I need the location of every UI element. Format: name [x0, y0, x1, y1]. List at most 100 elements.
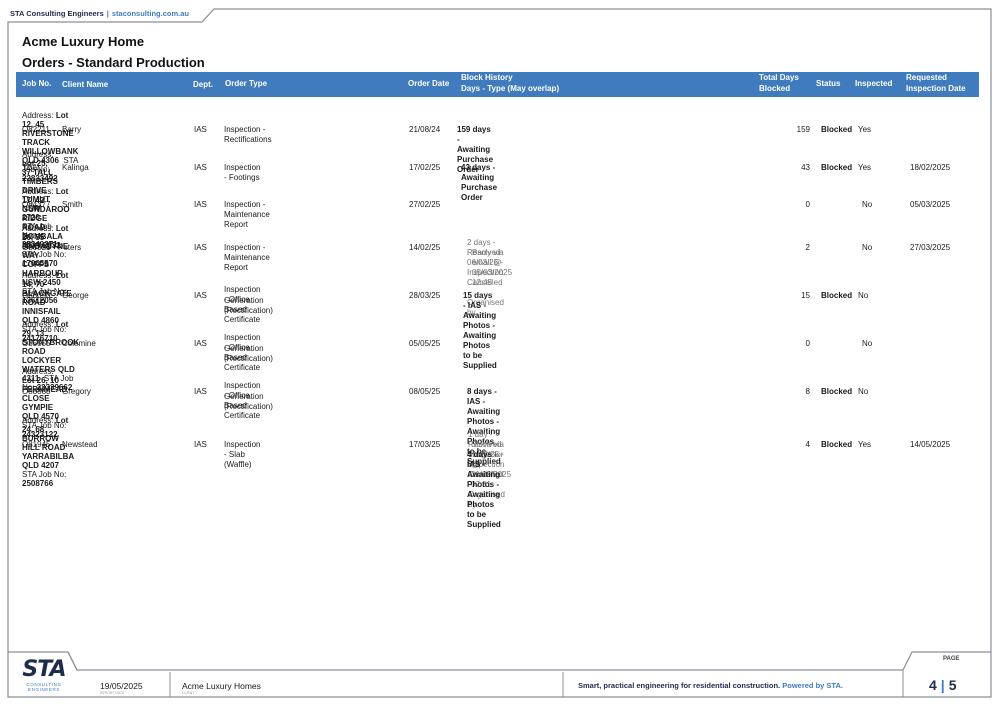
requested-date: 18/02/2025	[910, 163, 951, 172]
client-name: George	[62, 291, 89, 300]
order-type: Inspection - Slab (Waffle)	[224, 440, 261, 469]
client-name: Peters	[58, 243, 82, 252]
col-client-name: Client Name	[62, 80, 109, 89]
website-link[interactable]: staconsulting.com.au	[112, 9, 189, 18]
total-days: 0	[805, 200, 810, 209]
client-name: Gregory	[62, 387, 91, 396]
total-days: 8	[805, 387, 810, 396]
report-date-label: REPORT DATE	[100, 691, 125, 695]
status: Blocked	[821, 440, 853, 449]
total-days: 2	[805, 243, 810, 252]
logo-subtext: CONSULTING ENGINEERS	[26, 682, 62, 692]
col-status: Status	[816, 79, 841, 88]
job-no: O85555	[22, 339, 51, 348]
total-days: 159	[796, 125, 810, 134]
dept: IAS	[194, 387, 207, 396]
client-name: Kalinga	[62, 163, 89, 172]
job-no: O81945	[22, 440, 51, 449]
client-name: Newstead	[62, 440, 98, 449]
company-name: STA Consulting Engineers	[10, 9, 104, 18]
order-date: 14/02/25	[409, 243, 441, 252]
inspected: No	[862, 339, 873, 348]
col-inspected: Inspected	[855, 79, 893, 88]
order-date: 27/02/25	[409, 200, 441, 209]
job-no: O86321	[22, 243, 51, 252]
job-no: O88888	[22, 387, 51, 396]
inspected: No	[858, 291, 869, 300]
order-type-cont: Generation (Rectification)	[224, 344, 273, 363]
col-block-history-sub: Days - Type (May overlap)	[461, 84, 560, 93]
dept: IAS	[194, 243, 207, 252]
order-type-cont: Generation (Rectification)	[224, 296, 273, 315]
order-type: Inspection - Maintenance Report	[224, 200, 270, 229]
client-name: Smith	[62, 200, 83, 209]
table-header: Job No. Client Name Dept. Order Type Ord…	[16, 72, 979, 97]
col-total-days: Total Days	[759, 73, 799, 82]
order-date: 17/03/25	[409, 440, 441, 449]
order-date: 05/05/25	[409, 339, 441, 348]
status: Blocked	[821, 163, 853, 172]
col-total-days-sub: Blocked	[759, 84, 791, 93]
job-no: O88090	[22, 291, 51, 300]
header-separator: |	[106, 9, 109, 18]
client-name: Barry	[62, 125, 82, 134]
total-days: 43	[801, 163, 810, 172]
header-tab: STA Consulting Engineers | staconsulting.c…	[10, 9, 189, 18]
inspected: No	[858, 387, 869, 396]
col-order-date: Order Date	[408, 79, 450, 88]
dept: IAS	[194, 440, 207, 449]
dept: IAS	[194, 339, 207, 348]
inspected: Yes	[858, 163, 872, 172]
report-date: 19/05/2025	[100, 681, 143, 691]
page-label: PAGE	[943, 656, 960, 662]
col-order-type: Order Type	[225, 79, 268, 88]
status: Blocked	[821, 291, 853, 300]
page-total: 5	[948, 677, 957, 693]
inspected: Yes	[858, 440, 872, 449]
dept: IAS	[194, 163, 207, 172]
job-no: O84377	[22, 200, 51, 209]
client-label: CLIENT	[182, 691, 195, 695]
total-days: 4	[805, 440, 810, 449]
requested-date: 05/03/2025	[910, 200, 951, 209]
page-separator: |	[940, 677, 945, 693]
block-history: 15 days - IAS - Awaiting Photos - Awaiti…	[463, 291, 497, 370]
page-subtitle: Orders - Standard Production	[22, 55, 205, 70]
col-job-no: Job No.	[22, 79, 52, 88]
block-history-resolved-cont: Barry via email @ 05/03/2025 12:45	[472, 248, 513, 287]
footer-tagline: Smart, practical engineering for residen…	[578, 681, 843, 690]
order-type: Inspection - Rectifications	[224, 125, 272, 144]
client-name: Colemine	[62, 339, 96, 348]
total-days: 15	[801, 291, 810, 300]
inspected: Yes	[858, 125, 872, 134]
dept: IAS	[194, 125, 207, 134]
logo-mark: STA	[22, 657, 66, 682]
col-dept: Dept.	[193, 80, 213, 89]
total-days: 0	[805, 339, 810, 348]
page-number: 4 | 5	[929, 677, 957, 693]
requested-date: 14/05/2025	[910, 440, 951, 449]
col-block-history: Block History	[461, 73, 513, 82]
col-requested: Requested	[906, 73, 947, 82]
inspected: No	[862, 200, 873, 209]
address-line: Address: Lot 24, 68 BURROW HILL ROAD YAR…	[22, 416, 74, 488]
job-no: O82211	[22, 125, 50, 134]
order-type: Inspection - Maintenance Report	[224, 243, 270, 272]
order-type: Inspection - Footings	[224, 163, 261, 182]
client-name-footer: Acme Luxury Homes	[182, 681, 261, 691]
order-date: 28/03/25	[409, 291, 441, 300]
order-date: 08/05/25	[409, 387, 441, 396]
page-title: Acme Luxury Home	[22, 34, 145, 49]
order-type-cont: Generation (Rectification)	[224, 392, 273, 411]
job-no: TBA	[22, 163, 38, 172]
status: Blocked	[821, 125, 853, 134]
powered-by: Powered by STA.	[782, 681, 843, 690]
page-frame	[7, 8, 992, 698]
requested-date: 27/03/2025	[910, 243, 951, 252]
order-date: 21/08/24	[409, 125, 441, 134]
page-current: 4	[929, 677, 937, 693]
sta-logo: STA CONSULTING ENGINEERS	[18, 658, 70, 694]
block-history: 43 days - Awaiting Purchase Order	[461, 163, 498, 202]
dept: IAS	[194, 291, 207, 300]
inspected: No	[862, 243, 873, 252]
